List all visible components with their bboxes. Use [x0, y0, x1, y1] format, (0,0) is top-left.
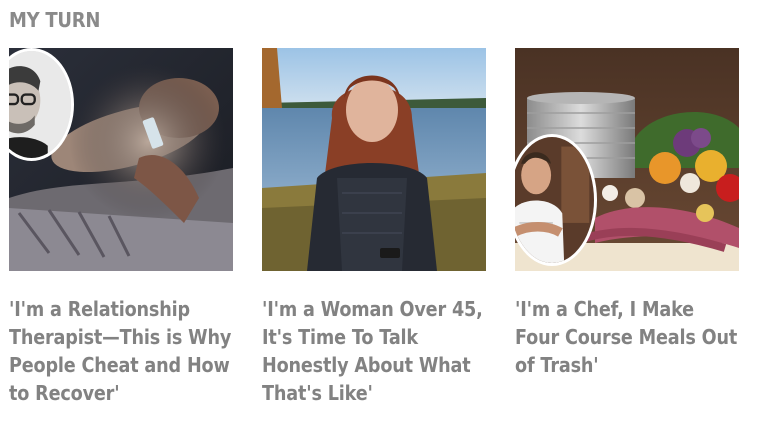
thumbnail-image-woman-by-lake [262, 48, 486, 271]
article-card-relationship-therapist[interactable]: 'I'm a Relationship Therapist—This is Wh… [9, 48, 233, 407]
article-card-chef-trash-meals[interactable]: 'I'm a Chef, I Make Four Course Meals Ou… [515, 48, 739, 379]
article-thumbnail[interactable] [9, 48, 233, 271]
article-thumbnail[interactable] [262, 48, 486, 271]
section-title: MY TURN [9, 8, 101, 32]
article-headline[interactable]: 'I'm a Chef, I Make Four Course Meals Ou… [515, 295, 743, 379]
article-headline[interactable]: 'I'm a Relationship Therapist—This is Wh… [9, 295, 237, 407]
article-card-woman-over-45[interactable]: 'I'm a Woman Over 45, It's Time To Talk … [262, 48, 486, 407]
article-headline[interactable]: 'I'm a Woman Over 45, It's Time To Talk … [262, 295, 490, 407]
article-thumbnail[interactable] [515, 48, 739, 271]
